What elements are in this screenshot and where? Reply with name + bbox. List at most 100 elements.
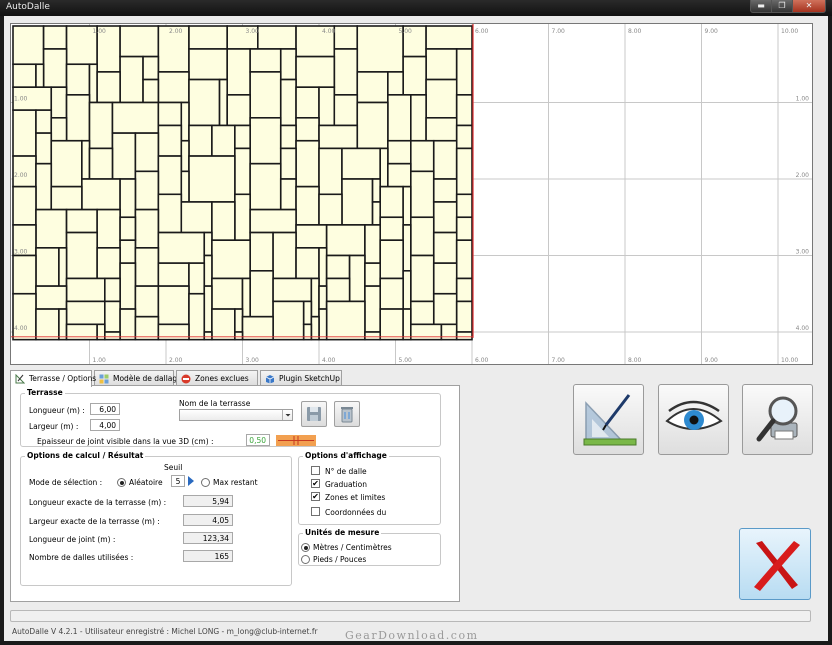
paving-tile (455, 300, 473, 333)
paving-tile (379, 185, 404, 219)
paving-tile (455, 124, 473, 150)
paving-tile (432, 292, 458, 326)
paving-tile (35, 109, 53, 134)
y-tick-label: 4.00 (796, 325, 810, 332)
magnifier-printer-icon (756, 396, 798, 442)
joint-width-icon (278, 436, 314, 445)
tab-modele-dallage[interactable]: Modèle de dallage (94, 370, 182, 386)
paving-tile (409, 139, 435, 173)
unites-group-title: Unités de mesure (303, 528, 382, 537)
chevron-down-icon[interactable] (282, 410, 292, 420)
paving-tile (409, 170, 435, 219)
paving-tile (295, 224, 328, 249)
paving-tile (402, 224, 412, 272)
paving-tile (455, 193, 473, 219)
paving-tile (203, 231, 213, 257)
checkbox-coordonnees[interactable] (311, 507, 320, 516)
epaisseur-joint-input[interactable]: 0,50 (246, 434, 270, 446)
print-preview-button[interactable] (742, 384, 813, 455)
affichage-group: Options d'affichage N° de dalle ✔ Gradua… (298, 451, 441, 525)
max-restant-radio[interactable] (201, 478, 210, 487)
paving-tile (157, 101, 183, 127)
tab-zones-exclues[interactable]: Zones exclues (176, 370, 258, 386)
paving-tile (249, 48, 282, 73)
checkbox-zones-limites[interactable]: ✔ (311, 492, 320, 501)
paving-tile (50, 185, 83, 211)
paving-tile (142, 78, 160, 104)
aleatoire-radio[interactable] (117, 478, 126, 487)
paving-tile (35, 308, 60, 341)
paving-tile (455, 239, 473, 280)
sketchup-icon (265, 375, 275, 384)
paving-tile (180, 201, 213, 234)
tab-plugin-sketchup[interactable]: Plugin SketchUp (260, 370, 342, 386)
paving-tile (272, 231, 297, 280)
paving-tile (12, 63, 37, 89)
paving-plan-canvas[interactable]: 1.00 2.00 3.00 4.00 5.00 6.00 7.00 8.00 9.00 10.0… (10, 23, 813, 365)
draw-plan-button[interactable] (573, 384, 644, 455)
longueur-joint-value: 123,34 (183, 532, 233, 544)
save-button[interactable] (301, 401, 327, 427)
maximize-button[interactable]: ❐ (771, 0, 793, 13)
y-tick-label: 1.00 (14, 96, 28, 103)
paving-tile (12, 254, 37, 295)
paving-tile (409, 323, 443, 341)
paving-tile (134, 285, 160, 318)
pieds-radio[interactable] (301, 555, 310, 564)
x-tick-label: 10.00 (781, 357, 798, 364)
paving-tile (409, 94, 427, 142)
largeur-label: Largeur (m) : (29, 422, 79, 431)
paving-tile (425, 25, 473, 50)
paving-tile (50, 86, 68, 119)
tab-terrasse-options[interactable]: Terrasse / Options (10, 370, 96, 387)
y-tick-label: 1.00 (796, 96, 810, 103)
metres-radio[interactable] (301, 543, 310, 552)
paving-tile (333, 94, 359, 127)
nombre-dalles-label: Nombre de dalles utilisées : (29, 553, 134, 562)
paving-tile (119, 178, 137, 219)
paving-tile (325, 254, 351, 280)
tab-label: Zones exclues (195, 374, 249, 383)
paving-tile (402, 270, 412, 310)
paving-tile (134, 170, 160, 211)
checkbox-numero-dalle[interactable] (311, 466, 320, 475)
paving-tile (318, 86, 336, 127)
paving-tile (188, 155, 236, 203)
minimize-button[interactable]: ▬ (750, 0, 772, 13)
x-tick-label: 2.00 (169, 357, 183, 364)
max-restant-label: Max restant (213, 478, 258, 487)
paving-tile (241, 277, 251, 318)
paving-tile (356, 71, 389, 104)
paving-tile (333, 25, 359, 50)
paving-tile (455, 94, 473, 127)
nom-terrasse-select[interactable] (179, 409, 293, 421)
x-tick-label: 6.00 (475, 357, 489, 364)
view-3d-button[interactable] (658, 384, 729, 455)
paving-tile (42, 25, 68, 50)
delete-button[interactable] (334, 401, 360, 427)
x-tick-label: 9.00 (705, 28, 719, 35)
paving-tile (157, 71, 190, 104)
x-tick-label: 4.00 (322, 357, 336, 364)
seuil-increment-arrow-icon[interactable] (187, 475, 195, 487)
paving-tile (218, 78, 229, 127)
paving-tile (432, 201, 458, 234)
checkbox-graduation[interactable]: ✔ (311, 479, 320, 488)
paving-tile (96, 247, 121, 280)
exit-button[interactable] (739, 528, 811, 600)
x-tick-label: 3.00 (246, 357, 260, 364)
paving-tile (58, 247, 68, 287)
close-window-button[interactable]: ✕ (792, 0, 826, 13)
metres-label: Mètres / Centimètres (313, 543, 392, 552)
largeur-input[interactable]: 4,00 (90, 419, 120, 431)
paving-tile (432, 231, 458, 264)
title-bar: AutoDalle ▬ ❐ ✕ (0, 0, 832, 16)
paving-plan-drawing[interactable]: 1.00 2.00 3.00 4.00 5.00 6.00 7.00 8.00 9.00 10.0… (11, 24, 813, 365)
paving-tile (96, 208, 121, 249)
longueur-input[interactable]: 6,00 (90, 403, 120, 415)
seuil-input[interactable]: 5 (171, 475, 185, 487)
paving-tile (371, 178, 381, 203)
paving-tile (234, 124, 251, 150)
paving-tile (81, 178, 121, 211)
forbidden-icon (181, 374, 191, 384)
